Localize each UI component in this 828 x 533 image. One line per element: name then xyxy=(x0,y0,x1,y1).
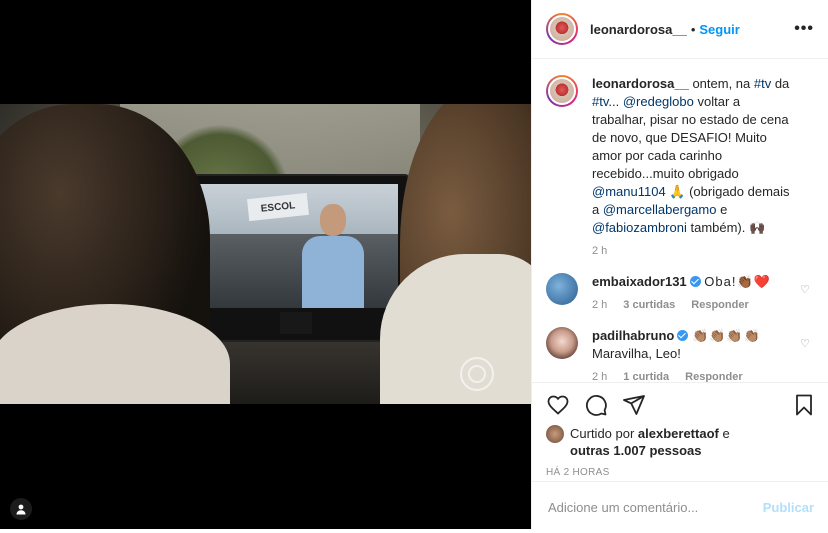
comment-time[interactable]: 2 h xyxy=(592,299,607,311)
comment-text: embaixador131 Oba!👏🏾❤️ xyxy=(592,273,792,291)
caption: leonardorosa__ ontem, na #tv da #tv... @… xyxy=(546,75,814,257)
caption-body: leonardorosa__ ontem, na #tv da #tv... @… xyxy=(592,75,792,257)
post-actions: Curtido por alexberettaof e outras 1.007 … xyxy=(532,382,828,532)
post-image[interactable]: ESCOL xyxy=(0,104,531,404)
verified-badge-icon xyxy=(677,330,689,341)
commenter-username[interactable]: embaixador131 xyxy=(592,274,687,289)
caption-text-6: e xyxy=(716,202,728,217)
comment-like-heart-icon[interactable]: ♡ xyxy=(800,337,812,350)
hashtag-link[interactable]: #tv xyxy=(754,76,771,91)
caption-meta: 2 h xyxy=(592,245,792,257)
tv-reporter xyxy=(298,204,368,308)
post: ESCOL leonardorosa__ • Seguir ••• leonar… xyxy=(0,0,828,529)
globo-logo-icon xyxy=(460,357,494,391)
like-heart-icon[interactable] xyxy=(546,393,570,417)
comment-content: Oba!👏🏾❤️ xyxy=(704,274,771,289)
comment-time[interactable]: 2 h xyxy=(592,371,607,382)
likes-others-link[interactable]: outras 1.007 pessoas xyxy=(570,443,702,458)
globo-logo-inner xyxy=(468,365,486,383)
comment-likes[interactable]: 3 curtidas xyxy=(623,299,675,311)
comment-meta: 2 h 3 curtidas Responder xyxy=(592,299,792,311)
post-timestamp[interactable]: HÁ 2 HORAS xyxy=(546,467,814,478)
caption-avatar[interactable] xyxy=(546,75,578,107)
liker-username[interactable]: alexberettaof xyxy=(638,426,719,441)
commenter-avatar[interactable] xyxy=(546,327,578,359)
comment-bubble-icon[interactable] xyxy=(584,393,608,417)
likes-prefix: Curtido por xyxy=(570,426,638,441)
reporter-head xyxy=(320,204,346,236)
hashtag-link[interactable]: #tv xyxy=(592,94,608,109)
more-options-icon[interactable]: ••• xyxy=(794,20,814,38)
comment-body: padilhabruno 👏🏽👏🏽👏🏽👏🏽 Maravilha, Leo! 2 h… xyxy=(592,327,792,382)
comments-list[interactable]: leonardorosa__ ontem, na #tv da #tv... @… xyxy=(532,59,828,382)
comment-item: embaixador131 Oba!👏🏾❤️ 2 h 3 curtidas Re… xyxy=(546,273,814,311)
likes-middle: e xyxy=(718,426,730,441)
user-icon xyxy=(16,504,26,515)
reporter-body xyxy=(302,236,364,308)
add-comment-bar: Publicar xyxy=(532,481,828,533)
media-panel[interactable]: ESCOL xyxy=(0,0,531,529)
post-header: leonardorosa__ • Seguir ••• xyxy=(532,0,828,59)
mention-link[interactable]: @marcellabergamo xyxy=(603,202,717,217)
comment-text: padilhabruno 👏🏽👏🏽👏🏽👏🏽 Maravilha, Leo! xyxy=(592,327,792,363)
comment-like-heart-icon[interactable]: ♡ xyxy=(800,283,812,296)
share-paper-plane-icon[interactable] xyxy=(622,393,646,417)
tv-stand xyxy=(280,312,312,334)
mention-link[interactable]: @fabiozambroni xyxy=(592,220,687,235)
comment-emojis: 👏🏽👏🏽👏🏽👏🏽 xyxy=(691,328,761,343)
publish-button[interactable]: Publicar xyxy=(763,500,814,515)
caption-text: leonardorosa__ ontem, na #tv da #tv... @… xyxy=(592,75,792,237)
reply-button[interactable]: Responder xyxy=(685,371,742,382)
liker-avatar[interactable] xyxy=(546,425,564,443)
tv-screen: ESCOL xyxy=(194,184,398,308)
comment-input[interactable] xyxy=(546,499,763,516)
caption-text-7: também). 🙌🏿 xyxy=(686,220,766,235)
commenter-username[interactable]: padilhabruno xyxy=(592,328,674,343)
user-tag-icon[interactable] xyxy=(10,498,32,520)
save-bookmark-icon[interactable] xyxy=(792,393,816,417)
comment-meta: 2 h 1 curtida Responder xyxy=(592,371,792,382)
comment-body: embaixador131 Oba!👏🏾❤️ 2 h 3 curtidas Re… xyxy=(592,273,792,311)
author-avatar[interactable] xyxy=(546,13,578,45)
likes-summary: Curtido por alexberettaof e outras 1.007 … xyxy=(546,425,814,459)
action-icons xyxy=(546,383,814,427)
verified-badge-icon xyxy=(689,276,701,287)
commenter-avatar[interactable] xyxy=(546,273,578,305)
header-separator: • xyxy=(690,21,696,37)
comment-likes[interactable]: 1 curtida xyxy=(623,371,669,382)
author-avatar-image xyxy=(548,15,576,43)
comment-content: Maravilha, Leo! xyxy=(592,346,681,361)
tv-set: ESCOL xyxy=(184,176,408,340)
caption-text-3: ... xyxy=(608,94,623,109)
caption-text-1: ontem, na xyxy=(688,76,754,91)
caption-avatar-image xyxy=(548,77,576,105)
mention-link[interactable]: @manu1104 xyxy=(592,184,666,199)
caption-username[interactable]: leonardorosa__ xyxy=(592,76,689,91)
follow-button[interactable]: Seguir xyxy=(699,22,739,37)
mention-link[interactable]: @redeglobo xyxy=(623,94,694,109)
post-sidebar: leonardorosa__ • Seguir ••• leonardorosa… xyxy=(531,0,828,529)
comment-item: padilhabruno 👏🏽👏🏽👏🏽👏🏽 Maravilha, Leo! 2 h… xyxy=(546,327,814,382)
caption-time[interactable]: 2 h xyxy=(592,245,607,257)
author-username[interactable]: leonardorosa__ xyxy=(590,22,687,37)
reply-button[interactable]: Responder xyxy=(691,299,748,311)
caption-text-2: da xyxy=(771,76,790,91)
likes-text: Curtido por alexberettaof e outras 1.007 … xyxy=(570,425,730,459)
